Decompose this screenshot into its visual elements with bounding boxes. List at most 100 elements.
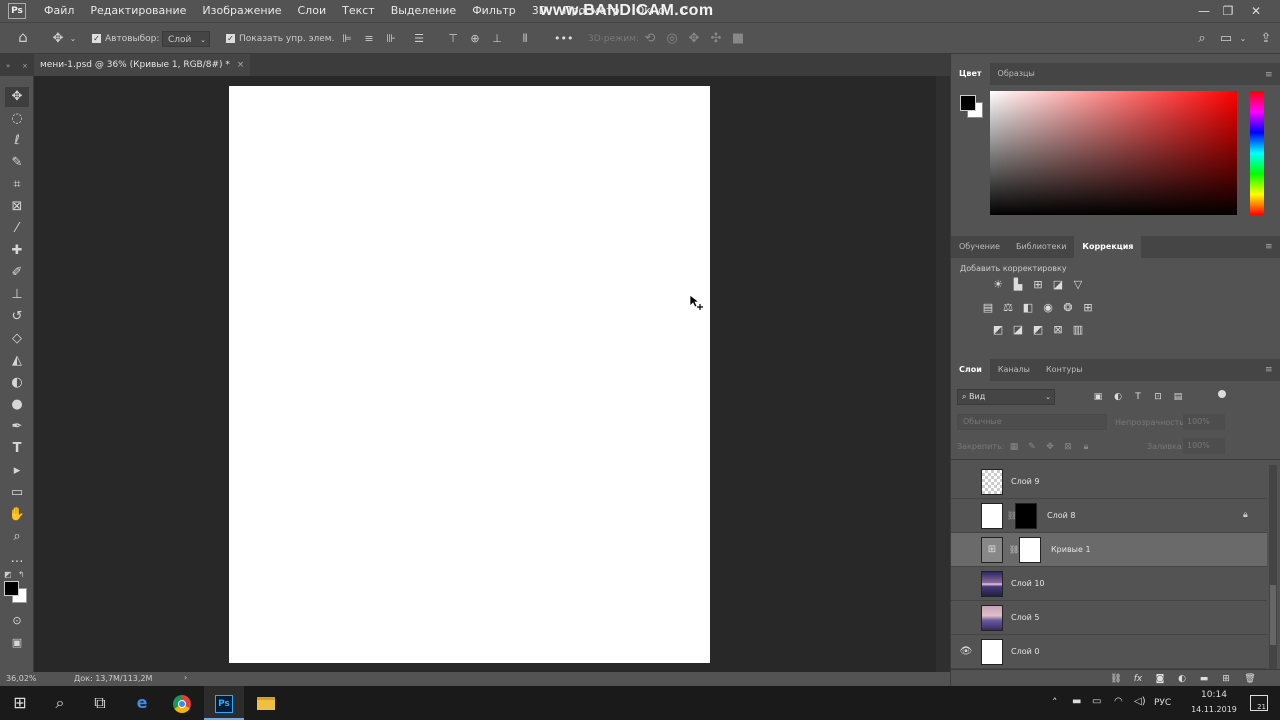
photo-filter-icon[interactable]: ◉ [1041, 301, 1055, 315]
menu-file[interactable]: Файл [36, 0, 82, 22]
clock-time[interactable]: 10:14 [1190, 690, 1238, 700]
menu-edit[interactable]: Редактирование [82, 0, 194, 22]
blur-tool-icon[interactable]: ◐ [5, 373, 29, 393]
share-icon[interactable]: ⇪ [1258, 31, 1274, 47]
more-tools-icon[interactable]: … [5, 549, 29, 569]
history-brush-tool-icon[interactable]: ↺ [5, 307, 29, 327]
channel-mixer-icon[interactable]: ❂ [1061, 301, 1075, 315]
move-tool-icon[interactable]: ✥ [5, 87, 29, 107]
chevron-down-icon[interactable]: ⌄ [1238, 31, 1248, 47]
mask-icon[interactable]: ◙ [1153, 672, 1167, 686]
eye-icon[interactable]: 👁︎ [959, 645, 973, 659]
quick-mask-icon[interactable]: ⊙ [5, 611, 29, 631]
layer-row[interactable]: ⊞ ⛓ Кривые 1 [951, 533, 1267, 567]
type-tool-icon[interactable]: T [5, 439, 29, 459]
distribute-vertical-icon[interactable]: ⫴ [518, 31, 532, 47]
volume-icon[interactable]: ◁) [1134, 696, 1146, 707]
layer-row[interactable]: 👁︎ Слой 0 [951, 635, 1267, 669]
brush-tool-icon[interactable]: ✐ [5, 263, 29, 283]
zoom-level[interactable]: 36,02% [6, 674, 37, 683]
eyedropper-tool-icon[interactable]: ⁄ [5, 219, 29, 239]
fill-input[interactable]: 100% [1183, 438, 1225, 454]
scrollbar-thumb[interactable] [1270, 585, 1276, 645]
scale-3d-icon[interactable]: ■ [730, 31, 746, 47]
distribute-icon[interactable]: ☰ [412, 31, 426, 47]
filter-adjustment-icon[interactable]: ◐ [1111, 390, 1125, 404]
visibility-toggle[interactable] [959, 577, 973, 591]
link-icon[interactable]: ⛓ [1109, 672, 1123, 686]
color-lookup-icon[interactable]: ⊞ [1081, 301, 1095, 315]
restore-button[interactable]: ❐ [1216, 2, 1240, 20]
gradient-map-icon[interactable]: ▥ [1071, 323, 1085, 337]
chrome-browser-icon[interactable] [162, 686, 202, 720]
dodge-tool-icon[interactable]: ● [5, 395, 29, 415]
crop-tool-icon[interactable]: ⌗ [5, 175, 29, 195]
visibility-toggle[interactable] [959, 509, 973, 523]
filter-pixel-icon[interactable]: ▣ [1091, 390, 1105, 404]
search-icon[interactable]: ⌕ [40, 686, 80, 720]
levels-icon[interactable]: ▙ [1011, 278, 1025, 292]
chevron-down-icon[interactable]: ⌄ [68, 31, 78, 47]
panel-menu-icon[interactable]: ≡ [1265, 365, 1275, 375]
search-icon[interactable]: ⌕ [1194, 31, 1210, 47]
home-icon[interactable]: ⌂ [14, 29, 32, 45]
tab-color[interactable]: Цвет [951, 63, 990, 85]
hand-tool-icon[interactable]: ✋ [5, 505, 29, 525]
screen-mode-icon[interactable]: ▣ [5, 633, 29, 653]
filter-shape-icon[interactable]: ⊡ [1151, 390, 1165, 404]
menu-select[interactable]: Выделение [383, 0, 465, 22]
close-tab-icon[interactable]: × [237, 60, 245, 70]
show-transform-checkbox[interactable]: ✓ [226, 31, 236, 47]
roll-3d-icon[interactable]: ◎ [664, 31, 680, 47]
align-center-icon[interactable]: ≡ [362, 31, 376, 47]
healing-brush-tool-icon[interactable]: ✚ [5, 241, 29, 261]
align-bottom-icon[interactable]: ⊥ [490, 31, 504, 47]
edge-browser-icon[interactable]: e [122, 686, 162, 720]
align-middle-icon[interactable]: ⊕ [468, 31, 482, 47]
layer-mask-thumbnail[interactable] [1015, 503, 1037, 529]
visibility-toggle[interactable] [959, 543, 973, 557]
file-explorer-icon[interactable] [246, 686, 286, 720]
filter-toggle[interactable] [1218, 390, 1226, 398]
clock-date[interactable]: 14.11.2019 [1184, 705, 1244, 714]
orbit-3d-icon[interactable]: ⟲ [642, 31, 658, 47]
lock-transparent-icon[interactable]: ▦ [1007, 440, 1021, 454]
menu-layers[interactable]: Слои [290, 0, 335, 22]
layer-filter-select[interactable]: ⌕ Вид ⌄ [957, 389, 1055, 405]
trash-icon[interactable]: 🗑︎ [1243, 672, 1257, 686]
swap-colors-icon[interactable]: ↰ [18, 570, 25, 579]
layer-row[interactable]: Слой 10 [951, 567, 1267, 601]
paint-bucket-tool-icon[interactable]: ◭ [5, 351, 29, 371]
exposure-icon[interactable]: ◪ [1051, 278, 1065, 292]
opacity-input[interactable]: 100% [1183, 414, 1225, 430]
layer-row[interactable]: Слой 5 [951, 601, 1267, 635]
status-menu-arrow[interactable]: › [184, 673, 187, 682]
tab-layers[interactable]: Слои [951, 359, 990, 381]
stamp-tool-icon[interactable]: ⊥ [5, 285, 29, 305]
document-canvas[interactable] [229, 86, 710, 663]
layers-scrollbar[interactable] [1269, 465, 1277, 669]
color-balance-icon[interactable]: ⚖ [1001, 301, 1015, 315]
foreground-color-swatch[interactable] [4, 581, 19, 596]
foreground-color-swatch[interactable] [960, 95, 976, 111]
color-picker-field[interactable] [990, 91, 1237, 215]
tab-libraries[interactable]: Библиотеки [1008, 236, 1074, 258]
layer-row[interactable]: ⛓ Слой 8 🔒︎ [951, 499, 1267, 533]
autoselect-checkbox[interactable]: ✓ [92, 31, 102, 47]
blend-mode-select[interactable]: Обычные [957, 414, 1107, 430]
wifi-icon[interactable]: ◠ [1114, 696, 1123, 707]
black-white-icon[interactable]: ◧ [1021, 301, 1035, 315]
pen-tool-icon[interactable]: ✒ [5, 417, 29, 437]
align-top-icon[interactable]: ⊤ [446, 31, 460, 47]
pan-3d-icon[interactable]: ✥ [686, 31, 702, 47]
align-right-icon[interactable]: ⊪ [384, 31, 398, 47]
selective-color-icon[interactable]: ⊠ [1051, 323, 1065, 337]
show-hidden-icons-icon[interactable]: ˄ [1052, 696, 1058, 709]
align-left-icon[interactable]: ⊫ [340, 31, 354, 47]
windows-start-icon[interactable]: ⊞ [0, 686, 40, 720]
vibrance-icon[interactable]: ▽ [1071, 278, 1085, 292]
menu-image[interactable]: Изображение [194, 0, 289, 22]
brightness-contrast-icon[interactable]: ☀ [991, 278, 1005, 292]
close-window-button[interactable]: ✕ [1244, 2, 1268, 20]
posterize-icon[interactable]: ◪ [1011, 323, 1025, 337]
